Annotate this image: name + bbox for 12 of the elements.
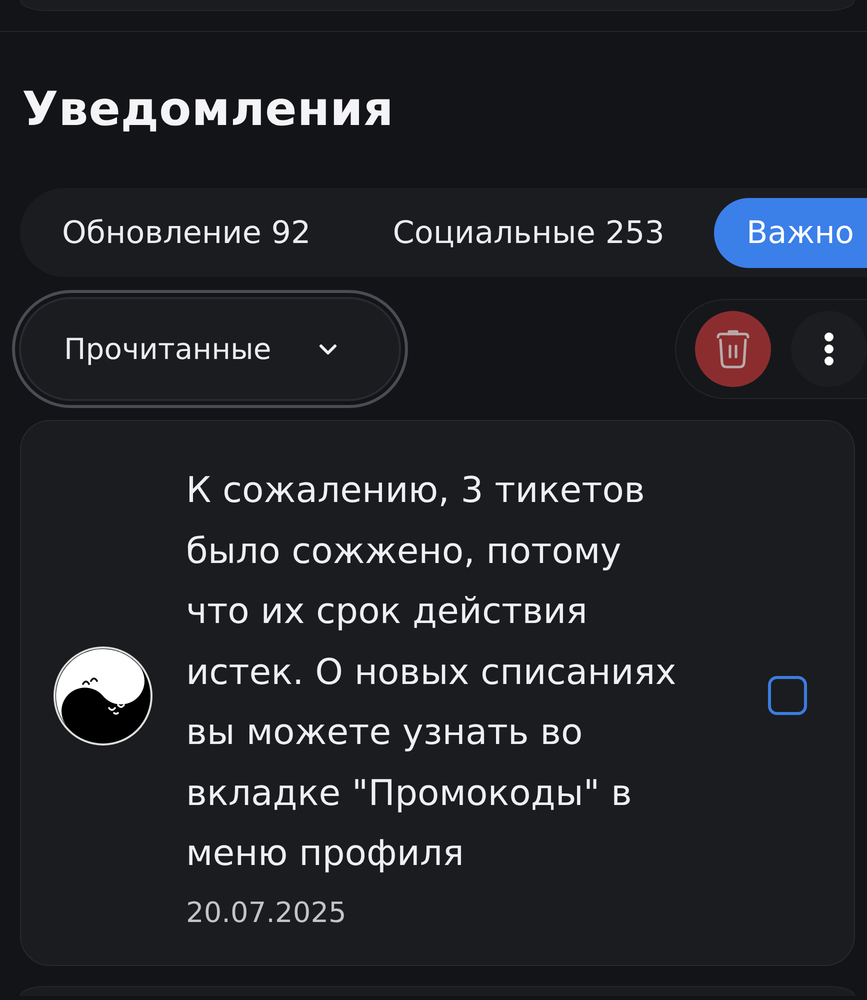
chevron-down-icon	[319, 344, 338, 354]
trash-icon	[716, 329, 750, 369]
more-icon	[824, 332, 834, 366]
checkbox[interactable]	[768, 676, 807, 716]
page-title: Уведомления	[22, 81, 394, 139]
tab[interactable]: Обновление 92	[30, 198, 343, 268]
yin-yang-cats-icon	[53, 646, 153, 746]
notification-date: 20.07.2025	[186, 894, 346, 930]
tab[interactable]: Важно	[714, 198, 867, 268]
tab[interactable]: Социальные 253	[360, 198, 696, 268]
notification-text: К сожалению, 3 тикетов было сожжено, потому что их срок действия истек. О новых списаниях вы можете узнать во вкладке "Промокоды" в меню профиля	[186, 469, 678, 876]
filter-dropdown[interactable]: Прочитанные	[12, 290, 408, 408]
